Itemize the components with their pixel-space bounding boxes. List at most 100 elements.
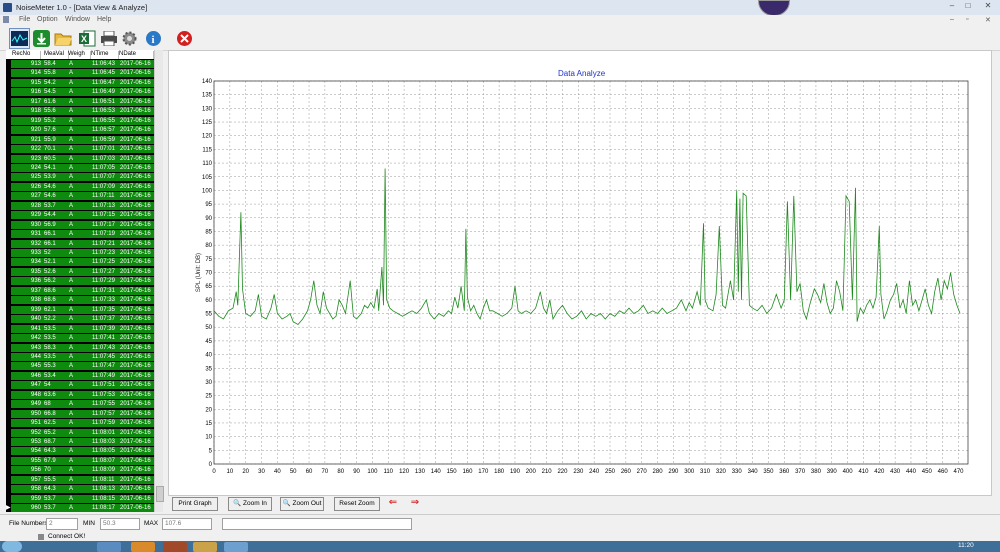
- table-row[interactable]: 937 68.6 A 11:07:31 2017-06-16: [6, 286, 154, 296]
- child-minimize-button[interactable]: –: [950, 16, 954, 23]
- table-row[interactable]: 946 53.4 A 11:07:49 2017-06-16: [6, 371, 154, 381]
- taskbar-media-icon[interactable]: [163, 542, 187, 552]
- zoom-in-button[interactable]: 🔍 Zoom In: [228, 497, 272, 511]
- realtime-button[interactable]: [9, 28, 30, 49]
- table-row[interactable]: 922 70.1 A 11:07:01 2017-06-16: [6, 145, 154, 154]
- table-row[interactable]: 917 61.6 A 11:06:51 2017-06-16: [6, 97, 154, 107]
- col-ntime[interactable]: NTime: [91, 51, 119, 59]
- excel-export-icon: X: [79, 30, 96, 47]
- print-button[interactable]: [98, 28, 119, 49]
- table-row[interactable]: 949 68 A 11:07:55 2017-06-16: [6, 400, 154, 409]
- cell-meaval: 53.7: [44, 505, 56, 512]
- maximize-button[interactable]: □: [962, 1, 974, 10]
- table-row[interactable]: 918 55.6 A 11:06:53 2017-06-16: [6, 107, 154, 116]
- table-row[interactable]: 955 67.9 A 11:08:07 2017-06-16: [6, 456, 154, 466]
- cell-ndate: 2017-06-16: [120, 344, 151, 351]
- table-row[interactable]: 929 54.4 A 11:07:15 2017-06-16: [6, 211, 154, 220]
- table-row[interactable]: 957 55.5 A 11:08:11 2017-06-16: [6, 475, 154, 485]
- table-row[interactable]: 950 66.8 A 11:07:57 2017-06-16: [6, 409, 154, 419]
- scroll-left-button[interactable]: ⇐: [385, 497, 401, 509]
- table-row[interactable]: 940 52.2 A 11:07:37 2017-06-16: [6, 315, 154, 324]
- table-row[interactable]: 959 53.7 A 11:08:15 2017-06-16: [6, 494, 154, 504]
- table-row[interactable]: 947 54 A 11:07:51 2017-06-16: [6, 381, 154, 390]
- table-row[interactable]: 921 55.9 A 11:06:59 2017-06-16: [6, 135, 154, 145]
- table-row[interactable]: 927 54.6 A 11:07:11 2017-06-16: [6, 192, 154, 201]
- table-row[interactable]: 942 53.5 A 11:07:41 2017-06-16: [6, 334, 154, 343]
- open-button[interactable]: [52, 28, 73, 49]
- table-row[interactable]: 930 56.9 A 11:07:17 2017-06-16: [6, 220, 154, 230]
- table-row[interactable]: 920 57.6 A 11:06:57 2017-06-16: [6, 126, 154, 135]
- table-row[interactable]: 914 55.8 A 11:06:45 2017-06-16: [6, 69, 154, 78]
- y-tick-label: 0: [209, 462, 213, 468]
- menu-option[interactable]: Option: [37, 16, 58, 23]
- exit-button[interactable]: [174, 28, 195, 49]
- col-recno[interactable]: RecNo: [12, 51, 41, 59]
- table-row[interactable]: 952 65.2 A 11:08:01 2017-06-16: [6, 428, 154, 438]
- menu-window[interactable]: Window: [65, 16, 90, 23]
- table-row[interactable]: 958 64.3 A 11:08:13 2017-06-16: [6, 485, 154, 494]
- taskbar-folder-icon[interactable]: [193, 542, 217, 552]
- clock: 11:20: [958, 542, 974, 549]
- table-row[interactable]: 923 60.5 A 11:07:03 2017-06-16: [6, 154, 154, 164]
- menu-help[interactable]: Help: [97, 16, 111, 23]
- start-button[interactable]: [2, 541, 22, 552]
- y-tick-label: 70: [205, 271, 212, 277]
- table-row[interactable]: 934 52.1 A 11:07:25 2017-06-16: [6, 258, 154, 267]
- print-graph-button[interactable]: Print Graph: [172, 497, 218, 511]
- min-field[interactable]: 50.3: [100, 518, 140, 530]
- table-row[interactable]: 915 54.2 A 11:06:47 2017-06-16: [6, 78, 154, 88]
- table-row[interactable]: 919 55.2 A 11:06:55 2017-06-16: [6, 116, 154, 126]
- settings-button[interactable]: [119, 28, 140, 49]
- table-row[interactable]: 954 64.3 A 11:08:05 2017-06-16: [6, 447, 154, 456]
- taskbar-app-icon[interactable]: [131, 542, 155, 552]
- scroll-right-button[interactable]: ⇒: [407, 497, 423, 509]
- taskbar-noisemeter-icon[interactable]: [224, 542, 248, 552]
- taskbar-ie-icon[interactable]: [97, 542, 121, 552]
- zoom-out-button[interactable]: 🔍 Zoom Out: [280, 497, 324, 511]
- max-field[interactable]: 107.6: [162, 518, 212, 530]
- table-row[interactable]: 916 54.5 A 11:06:49 2017-06-16: [6, 88, 154, 97]
- table-row[interactable]: 931 66.1 A 11:07:19 2017-06-16: [6, 230, 154, 239]
- x-tick-label: 270: [637, 469, 648, 475]
- download-button[interactable]: [31, 28, 52, 49]
- cell-recno: 913: [30, 61, 41, 67]
- table-scrollbar[interactable]: [154, 50, 164, 512]
- table-row[interactable]: 933 52 A 11:07:23 2017-06-16: [6, 249, 154, 258]
- table-row[interactable]: 936 56.2 A 11:07:29 2017-06-16: [6, 277, 154, 286]
- scrollbar-thumb[interactable]: [156, 486, 164, 502]
- col-weigh[interactable]: Weigh: [68, 51, 91, 59]
- reset-zoom-button[interactable]: Reset Zoom: [334, 497, 380, 511]
- table-row[interactable]: 944 53.5 A 11:07:45 2017-06-16: [6, 352, 154, 362]
- child-restore-button[interactable]: ▫: [966, 16, 968, 23]
- minimize-button[interactable]: –: [946, 1, 958, 10]
- table-row[interactable]: 956 70 A 11:08:09 2017-06-16: [6, 466, 154, 475]
- table-row[interactable]: 925 53.9 A 11:07:07 2017-06-16: [6, 173, 154, 182]
- cell-meaval: 52.2: [44, 316, 56, 323]
- table-row[interactable]: 926 54.6 A 11:07:09 2017-06-16: [6, 182, 154, 192]
- table-row[interactable]: 939 62.1 A 11:07:35 2017-06-16: [6, 305, 154, 315]
- col-ndate[interactable]: NDate: [119, 51, 154, 59]
- close-window-button[interactable]: ✕: [982, 1, 994, 10]
- cell-weigh: A: [69, 212, 74, 219]
- table-row[interactable]: 951 62.5 A 11:07:59 2017-06-16: [6, 419, 154, 428]
- table-row[interactable]: 928 53.7 A 11:07:13 2017-06-16: [6, 201, 154, 211]
- table-row[interactable]: 945 55.3 A 11:07:47 2017-06-16: [6, 362, 154, 371]
- cell-meaval: 54.4: [44, 212, 56, 219]
- col-meaval[interactable]: MeaVal: [44, 51, 69, 59]
- table-row[interactable]: 943 58.3 A 11:07:43 2017-06-16: [6, 343, 154, 353]
- table-row[interactable]: 960 53.7 A 11:08:17 2017-06-16: [6, 504, 154, 512]
- table-row[interactable]: 938 68.6 A 11:07:33 2017-06-16: [6, 296, 154, 305]
- table-row[interactable]: 913 58.4 A 11:06:43 2017-06-16: [6, 60, 154, 69]
- about-button[interactable]: i: [143, 28, 164, 49]
- cell-ntime: 11:06:51: [92, 98, 115, 105]
- table-row[interactable]: 935 52.6 A 11:07:27 2017-06-16: [6, 267, 154, 277]
- export-excel-button[interactable]: X: [77, 28, 98, 49]
- table-row[interactable]: 924 54.1 A 11:07:05 2017-06-16: [6, 163, 154, 173]
- table-row[interactable]: 948 63.6 A 11:07:53 2017-06-16: [6, 390, 154, 400]
- child-close-button[interactable]: ✕: [985, 16, 991, 24]
- table-row[interactable]: 932 66.1 A 11:07:21 2017-06-16: [6, 239, 154, 249]
- table-row[interactable]: 953 68.7 A 11:08:03 2017-06-16: [6, 438, 154, 447]
- file-numbers-field[interactable]: 2: [46, 518, 78, 530]
- menu-file[interactable]: File: [19, 16, 30, 23]
- table-row[interactable]: 941 53.5 A 11:07:39 2017-06-16: [6, 324, 154, 334]
